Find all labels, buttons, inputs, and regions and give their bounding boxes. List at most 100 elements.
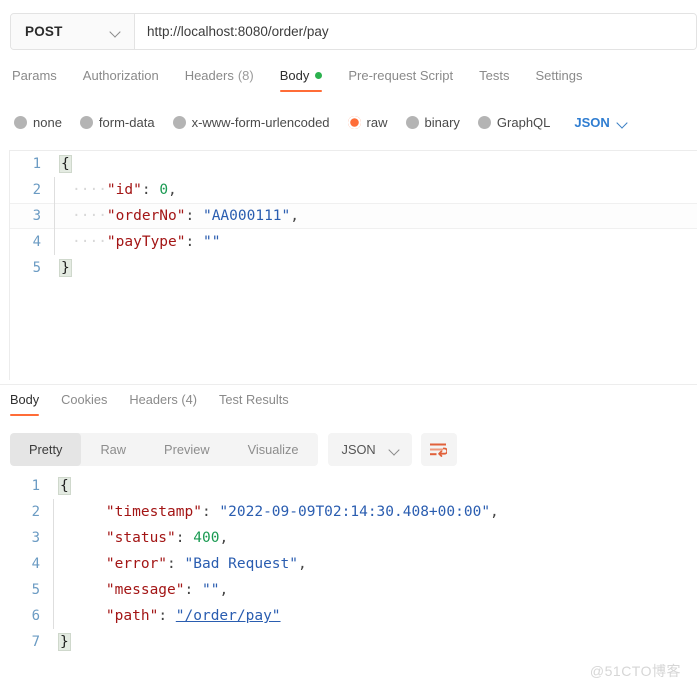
tab-authorization[interactable]: Authorization	[83, 68, 159, 92]
view-mode-visualize-label: Visualize	[248, 442, 299, 457]
json-brace-open: {	[58, 477, 71, 495]
json-key: "orderNo"	[107, 208, 186, 224]
line-number: 4	[9, 551, 53, 577]
indent	[71, 504, 106, 520]
response-tab-test-results[interactable]: Test Results	[219, 392, 289, 416]
code-line: 3 "status": 400,	[9, 525, 697, 551]
code-line: 1 {	[10, 151, 697, 177]
tab-body-label: Body	[280, 68, 310, 83]
http-method-select[interactable]: POST	[11, 14, 135, 49]
fold-guide	[53, 577, 65, 603]
response-tab-cookies-label: Cookies	[61, 392, 107, 407]
view-mode-preview[interactable]: Preview	[145, 433, 229, 466]
radio-raw[interactable]: raw	[348, 115, 388, 130]
request-body-editor[interactable]: 1 { 2 ····"id": 0, 3 ····"orderNo": "AA0…	[9, 150, 697, 380]
tab-headers-count: (8)	[238, 68, 254, 83]
response-format-select[interactable]: JSON	[328, 433, 412, 466]
tab-settings[interactable]: Settings	[535, 68, 582, 92]
indent	[71, 608, 106, 624]
indent	[71, 582, 106, 598]
radio-raw-label: raw	[367, 115, 388, 130]
radio-x-www-form-urlencoded[interactable]: x-www-form-urlencoded	[173, 115, 330, 130]
tab-params[interactable]: Params	[12, 68, 57, 92]
raw-language-select[interactable]: JSON	[574, 115, 628, 130]
json-key: "timestamp"	[106, 504, 202, 520]
view-mode-pretty[interactable]: Pretty	[10, 433, 81, 466]
radio-form-data[interactable]: form-data	[80, 115, 155, 130]
radio-graphql-label: GraphQL	[497, 115, 550, 130]
json-colon: :	[176, 530, 193, 546]
tab-pre-request-script[interactable]: Pre-request Script	[348, 68, 453, 92]
line-number: 1	[9, 473, 53, 499]
view-mode-raw[interactable]: Raw	[81, 433, 145, 466]
watermark: @51CTO博客	[590, 661, 681, 681]
json-key: "payType"	[107, 234, 186, 250]
radio-binary-icon	[406, 116, 419, 129]
response-tab-body[interactable]: Body	[10, 392, 39, 416]
radio-x-www-form-urlencoded-icon	[173, 116, 186, 129]
radio-graphql-icon	[478, 116, 491, 129]
json-string-link[interactable]: "/order/pay"	[176, 608, 281, 624]
tab-body[interactable]: Body	[280, 68, 323, 92]
request-tabs: Params Authorization Headers (8) Body Pr…	[12, 68, 697, 100]
response-tab-headers[interactable]: Headers (4)	[129, 392, 197, 416]
code-line: 2 ····"id": 0,	[10, 177, 697, 203]
tab-tests[interactable]: Tests	[479, 68, 509, 92]
json-colon: :	[186, 208, 203, 224]
request-url-input[interactable]: http://localhost:8080/order/pay	[135, 14, 696, 49]
response-tab-body-label: Body	[10, 392, 39, 407]
fold-guide	[54, 177, 66, 203]
json-key: "error"	[106, 556, 167, 572]
tab-authorization-label: Authorization	[83, 68, 159, 83]
response-tab-headers-count: (4)	[181, 392, 197, 407]
json-string: "AA000111"	[203, 208, 290, 224]
line-number: 5	[10, 255, 54, 281]
line-number: 3	[9, 525, 53, 551]
code-line: 6 "path": "/order/pay"	[9, 603, 697, 629]
json-comma: ,	[490, 504, 499, 520]
radio-binary-label: binary	[425, 115, 460, 130]
tab-pre-request-script-label: Pre-request Script	[348, 68, 453, 83]
raw-language-label: JSON	[574, 115, 609, 130]
json-comma: ,	[298, 556, 307, 572]
tab-headers[interactable]: Headers (8)	[185, 68, 254, 92]
tab-tests-label: Tests	[479, 68, 509, 83]
line-number: 7	[9, 629, 53, 655]
json-brace-close: }	[59, 259, 72, 277]
line-number: 6	[9, 603, 53, 629]
response-body-viewer[interactable]: 1 { 2 "timestamp": "2022-09-09T02:14:30.…	[9, 473, 697, 688]
response-section-divider	[0, 384, 697, 385]
response-view-mode-group: Pretty Raw Preview Visualize	[10, 433, 318, 466]
json-colon: :	[142, 182, 159, 198]
radio-none-icon	[14, 116, 27, 129]
json-number: 0	[159, 182, 168, 198]
code-line: 7 }	[9, 629, 697, 655]
chevron-down-icon	[618, 119, 629, 126]
tab-headers-label: Headers	[185, 68, 234, 83]
view-mode-visualize[interactable]: Visualize	[229, 433, 318, 466]
response-tabs: Body Cookies Headers (4) Test Results	[10, 392, 697, 422]
line-number: 1	[10, 151, 54, 177]
json-colon: :	[202, 504, 219, 520]
indent	[71, 556, 106, 572]
radio-graphql[interactable]: GraphQL	[478, 115, 550, 130]
json-comma: ,	[168, 182, 177, 198]
json-colon: :	[185, 582, 202, 598]
json-string: "2022-09-09T02:14:30.408+00:00"	[219, 504, 490, 520]
radio-binary[interactable]: binary	[406, 115, 460, 130]
json-colon: :	[186, 234, 203, 250]
view-mode-raw-label: Raw	[100, 442, 126, 457]
json-key: "path"	[106, 608, 158, 624]
json-key: "message"	[106, 582, 185, 598]
line-number: 4	[10, 229, 54, 255]
fold-guide	[53, 499, 65, 525]
radio-none[interactable]: none	[14, 115, 62, 130]
json-key: "id"	[107, 182, 142, 198]
body-type-radio-group: none form-data x-www-form-urlencoded raw…	[14, 109, 697, 135]
json-string: "Bad Request"	[185, 556, 299, 572]
wrap-text-button[interactable]	[421, 433, 457, 466]
code-line: 2 "timestamp": "2022-09-09T02:14:30.408+…	[9, 499, 697, 525]
radio-form-data-label: form-data	[99, 115, 155, 130]
response-tab-cookies[interactable]: Cookies	[61, 392, 107, 416]
radio-raw-icon	[348, 116, 361, 129]
